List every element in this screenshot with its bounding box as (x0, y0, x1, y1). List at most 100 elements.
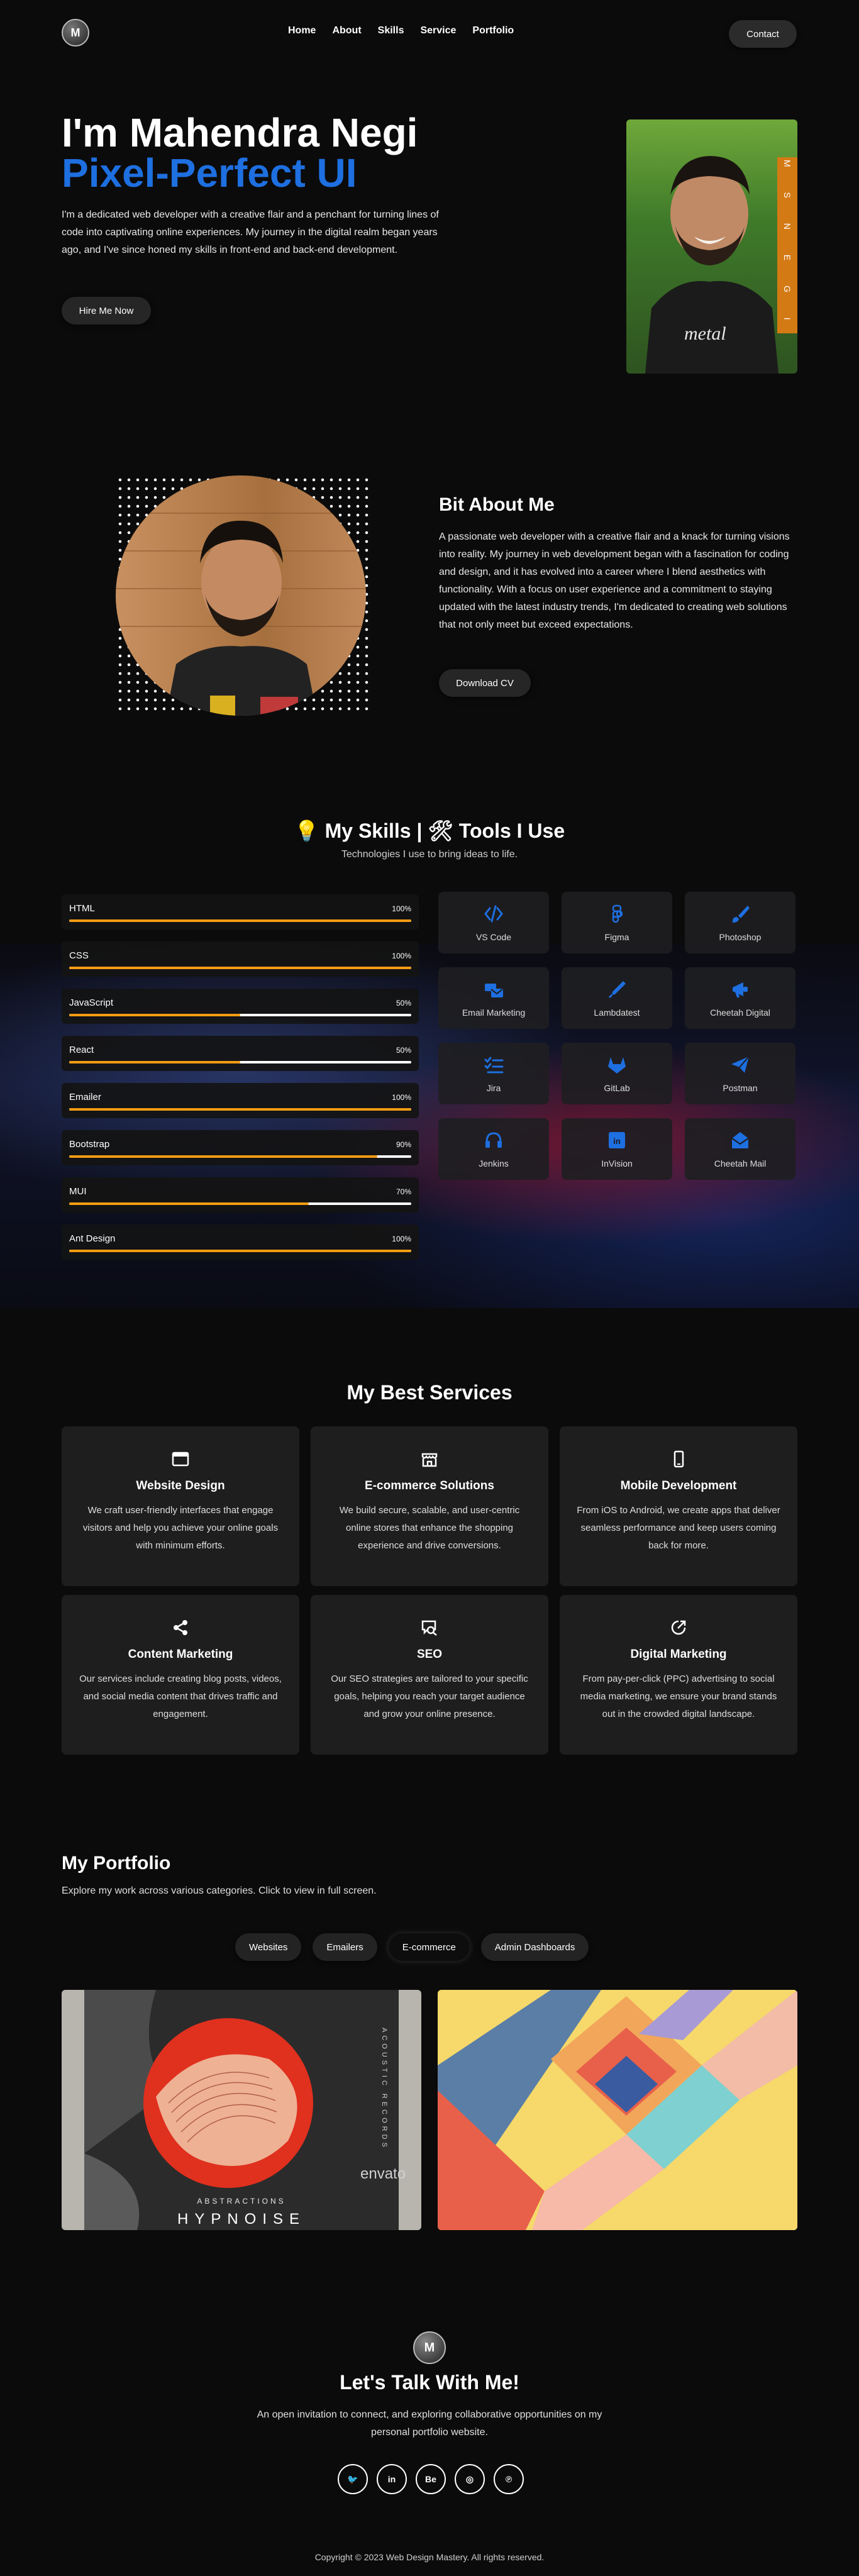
hypnoise-artwork: ABSTRACTIONS HYPNOISE envato ACOUSTIC RE… (62, 1990, 421, 2230)
invision-icon: in (562, 1130, 672, 1151)
skill-name: Emailer (69, 1092, 101, 1102)
page: M Home About Skills Service Portfolio Co… (0, 0, 859, 2576)
tool-name: Email Marketing (462, 1008, 526, 1018)
gitlab-icon (562, 1054, 672, 1075)
tool-name: Lambdatest (594, 1008, 640, 1018)
skill-bar (69, 1014, 411, 1016)
twitter-icon[interactable]: 🐦 (338, 2464, 368, 2494)
service-card[interactable]: Digital Marketing From pay-per-click (PPC… (560, 1595, 797, 1755)
tool-tile[interactable]: in InVision (562, 1118, 672, 1180)
skill-row: Bootstrap 90% (62, 1130, 419, 1165)
skill-bar-fill (69, 1014, 240, 1016)
tool-tile[interactable]: Photoshop (685, 892, 795, 953)
site-logo[interactable]: M (62, 19, 89, 47)
skill-percent: 50% (396, 1046, 411, 1055)
skill-row: Emailer 100% (62, 1083, 419, 1118)
skill-percent: 100% (392, 1093, 411, 1102)
search-chat-icon (311, 1618, 548, 1636)
footer-logo[interactable]: M (413, 2331, 446, 2364)
skill-name: Bootstrap (69, 1139, 110, 1150)
skill-bar-fill (69, 967, 411, 969)
hero-title: I'm Mahendra Negi (62, 110, 418, 155)
skill-bar (69, 1108, 411, 1111)
tool-tile[interactable]: Email Marketing (438, 967, 549, 1029)
growth-arrow-icon (560, 1618, 797, 1636)
brush-icon (685, 903, 795, 924)
list-check-icon (438, 1054, 549, 1075)
geometric-artwork (438, 1990, 797, 2230)
service-title: Digital Marketing (630, 1648, 727, 1661)
portfolio-item-hypnoise[interactable]: ABSTRACTIONS HYPNOISE envato ACOUSTIC RE… (62, 1990, 421, 2230)
service-card[interactable]: Content Marketing Our services include cr… (62, 1595, 299, 1755)
pinterest-icon[interactable]: ℗ (494, 2464, 524, 2494)
service-title: Website Design (136, 1479, 225, 1492)
skill-name: JavaScript (69, 997, 114, 1008)
service-description: From iOS to Android, we create apps that… (577, 1505, 780, 1551)
dribbble-icon[interactable]: ◎ (455, 2464, 485, 2494)
browser-window-icon (62, 1449, 299, 1468)
services-title: My Best Services (346, 1381, 513, 1404)
linkedin-icon[interactable]: in (377, 2464, 407, 2494)
tool-tile[interactable]: Postman (685, 1043, 795, 1104)
skill-bar (69, 967, 411, 969)
svg-text:ACOUSTIC RECORDS: ACOUSTIC RECORDS (380, 2028, 388, 2150)
tab-ecommerce[interactable]: E-commerce (388, 1933, 470, 1961)
tool-tile[interactable]: Cheetah Digital (685, 967, 795, 1029)
svg-text:HYPNOISE: HYPNOISE (177, 2211, 306, 2228)
megaphone-icon (685, 979, 795, 1000)
service-title: Content Marketing (128, 1648, 233, 1661)
skill-row: Ant Design 100% (62, 1224, 419, 1260)
tab-admin-dashboards[interactable]: Admin Dashboards (480, 1933, 589, 1961)
service-description: We build secure, scalable, and user-cent… (339, 1505, 520, 1551)
skill-percent: 100% (392, 1235, 411, 1243)
service-card[interactable]: Mobile Development From iOS to Android, w… (560, 1426, 797, 1586)
tool-name: GitLab (604, 1083, 630, 1093)
tool-tile[interactable]: Cheetah Mail (685, 1118, 795, 1180)
skill-bar (69, 919, 411, 922)
about-description: A passionate web developer with a creati… (439, 531, 790, 630)
hire-me-button[interactable]: Hire Me Now (62, 297, 151, 325)
portfolio-subtitle: Explore my work across various categorie… (62, 1885, 377, 1896)
mail-bulk-icon (438, 979, 549, 1000)
skill-name: CSS (69, 950, 89, 961)
skill-bar-fill (69, 919, 411, 922)
nav-about[interactable]: About (332, 25, 361, 36)
headset-icon (438, 1130, 549, 1151)
skill-percent: 100% (392, 904, 411, 913)
service-description: Our SEO strategies are tailored to your … (331, 1674, 528, 1719)
skill-name: React (69, 1045, 94, 1055)
download-cv-button[interactable]: Download CV (439, 669, 531, 697)
tab-emailers[interactable]: Emailers (313, 1933, 377, 1961)
tool-tile[interactable]: Lambdatest (562, 967, 672, 1029)
nav-service[interactable]: Service (420, 25, 456, 36)
tool-name: InVision (601, 1158, 633, 1169)
service-card[interactable]: SEO Our SEO strategies are tailored to yo… (311, 1595, 548, 1755)
contact-button[interactable]: Contact (729, 20, 797, 48)
service-title: SEO (416, 1648, 443, 1661)
tool-name: Figma (604, 932, 629, 942)
skill-bar (69, 1202, 411, 1205)
about-portrait-illustration (116, 513, 366, 716)
storefront-icon (311, 1449, 548, 1468)
skill-bar (69, 1061, 411, 1063)
hero-description: I'm a dedicated web developer with a cre… (62, 209, 439, 255)
tool-tile[interactable]: VS Code (438, 892, 549, 953)
tab-websites[interactable]: Websites (235, 1933, 302, 1961)
tool-tile[interactable]: Jenkins (438, 1118, 549, 1180)
service-card[interactable]: E-commerce Solutions We build secure, sca… (311, 1426, 548, 1586)
nav-skills[interactable]: Skills (378, 25, 404, 36)
tool-name: Cheetah Digital (710, 1008, 770, 1018)
tool-tile[interactable]: GitLab (562, 1043, 672, 1104)
about-portrait (116, 475, 366, 716)
svg-text:metal: metal (684, 323, 726, 344)
service-card[interactable]: Website Design We craft user-friendly int… (62, 1426, 299, 1586)
skill-row: JavaScript 50% (62, 989, 419, 1024)
skill-percent: 70% (396, 1187, 411, 1196)
nav-home[interactable]: Home (288, 25, 316, 36)
portfolio-item-geometric[interactable] (438, 1990, 797, 2230)
tool-tile[interactable]: Figma (562, 892, 672, 953)
footer-title: Let's Talk With Me! (340, 2371, 519, 2394)
behance-icon[interactable]: Be (416, 2464, 446, 2494)
tool-tile[interactable]: Jira (438, 1043, 549, 1104)
nav-portfolio[interactable]: Portfolio (472, 25, 514, 36)
